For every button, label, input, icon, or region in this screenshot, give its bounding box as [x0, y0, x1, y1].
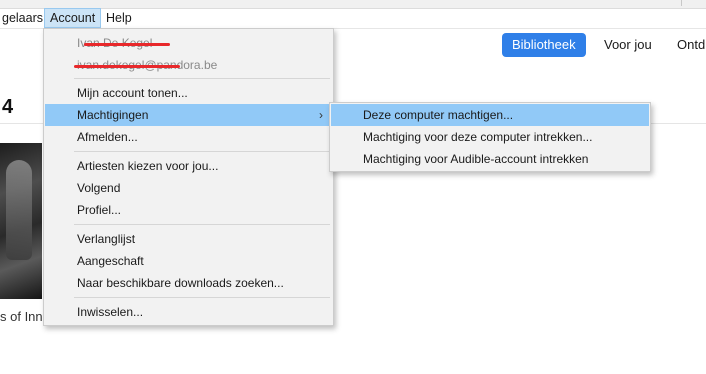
chevron-right-icon: › [319, 108, 323, 122]
album-artwork-figure [6, 160, 32, 260]
menubar: gelaars Account Help [0, 0, 706, 29]
menu-item-choose-artists[interactable]: Artiesten kiezen voor jou... [45, 155, 332, 177]
menu-separator [74, 78, 330, 79]
window-control [681, 0, 696, 6]
menu-item-authorizations[interactable]: Machtigingen › [45, 104, 332, 126]
menubar-item-account[interactable]: Account [44, 8, 102, 28]
account-menu: Ivan De Kegel ivan.dekegel@pandora.be Mi… [43, 28, 334, 326]
tab-library[interactable]: Bibliotheek [502, 33, 586, 57]
redaction-mark [84, 43, 170, 46]
page-title: 4 [2, 96, 14, 118]
album-title[interactable]: s of Inn [0, 309, 43, 324]
menu-item-sign-out[interactable]: Afmelden... [45, 126, 332, 148]
menu-separator [74, 151, 330, 152]
menu-item-deauthorize-audible[interactable]: Machtiging voor Audible-account intrekke… [331, 148, 649, 170]
menu-item-redeem[interactable]: Inwisselen... [45, 301, 332, 323]
tab-discover[interactable]: Ontd [667, 33, 706, 57]
menu-item-purchased[interactable]: Aangeschaft [45, 250, 332, 272]
menu-item-profile[interactable]: Profiel... [45, 199, 332, 221]
menu-item-wishlist[interactable]: Verlanglijst [45, 228, 332, 250]
menu-item-check-downloads[interactable]: Naar beschikbare downloads zoeken... [45, 272, 332, 294]
menu-item-show-account[interactable]: Mijn account tonen... [45, 82, 332, 104]
redaction-mark [74, 65, 180, 68]
menu-item-deauthorize-computer[interactable]: Machtiging voor deze computer intrekken.… [331, 126, 649, 148]
menu-item-authorize-computer[interactable]: Deze computer machtigen... [331, 104, 649, 126]
menu-item-following[interactable]: Volgend [45, 177, 332, 199]
menubar-item-help[interactable]: Help [101, 9, 137, 27]
window-top-strip [0, 0, 706, 9]
menu-separator [74, 224, 330, 225]
menubar-item-gelaars[interactable]: gelaars [0, 9, 48, 27]
tab-for-you[interactable]: Voor jou [594, 33, 662, 57]
menu-item-label: Machtigingen [77, 108, 149, 122]
authorizations-submenu: Deze computer machtigen... Machtiging vo… [329, 102, 651, 172]
menu-separator [74, 297, 330, 298]
